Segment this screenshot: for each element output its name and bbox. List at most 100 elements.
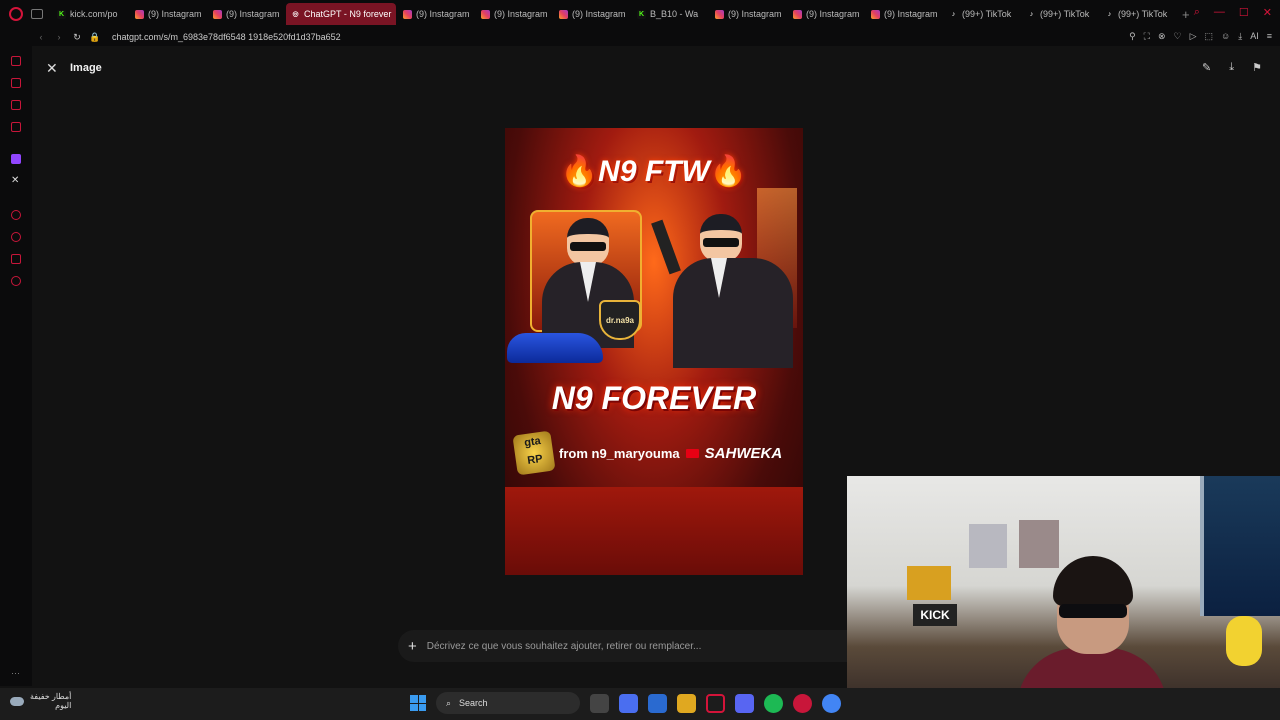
tab-bar: Kkick.com/po (9) Instagram (9) Instagram ◎ C… bbox=[0, 0, 1280, 28]
minimize-icon[interactable]: — bbox=[1214, 6, 1225, 19]
discord-icon[interactable] bbox=[735, 693, 754, 713]
tiktok-icon: ♪ bbox=[951, 10, 956, 18]
heart-icon[interactable]: ♡ bbox=[1174, 31, 1182, 42]
name-badge: dr.na9a bbox=[599, 300, 641, 340]
fire-icon: 🔥 bbox=[560, 155, 599, 188]
menu-icon[interactable]: ≡ bbox=[1267, 31, 1272, 42]
opera-logo-icon[interactable] bbox=[9, 7, 23, 21]
prompt-placeholder: Décrivez ce que vous souhaitez ajouter, … bbox=[426, 640, 702, 652]
instagram-icon bbox=[213, 9, 222, 19]
spotify-icon[interactable] bbox=[764, 693, 783, 713]
tab-overview-icon[interactable] bbox=[31, 9, 43, 19]
copilot-icon[interactable] bbox=[619, 693, 638, 713]
edit-icon[interactable]: ✎ bbox=[1202, 61, 1211, 74]
sidebar-clock-icon[interactable] bbox=[11, 232, 21, 242]
file-explorer-icon[interactable] bbox=[677, 693, 696, 713]
tab-1[interactable]: (9) Instagram bbox=[130, 3, 206, 25]
tab-4[interactable]: (9) Instagram bbox=[398, 3, 474, 25]
tab-5[interactable]: (9) Instagram bbox=[476, 3, 552, 25]
reload-icon[interactable]: ↻ bbox=[68, 32, 86, 43]
viewer-title: Image bbox=[70, 62, 102, 74]
address-actions: ⚲ ⛶ ⊗ ♡ ▷ ⬚ ☺ ⤓ AI ≡ bbox=[1129, 31, 1272, 42]
poster-credit-line: gta RP from n9_maryouma SAHWEKA bbox=[512, 430, 795, 476]
sidebar-news-icon[interactable] bbox=[11, 122, 21, 132]
tab-3[interactable]: ◎ ChatGPT - N9 forever bbox=[286, 3, 396, 25]
taskbar: أمطار خفيفة اليوم ⌕ Search bbox=[0, 688, 1280, 720]
weather-widget[interactable]: أمطار خفيفة اليوم bbox=[10, 692, 71, 710]
add-icon[interactable]: + bbox=[408, 638, 417, 655]
flag-icon[interactable]: ⚑ bbox=[1252, 61, 1262, 74]
instagram-icon bbox=[481, 9, 490, 19]
windows-start-icon[interactable] bbox=[410, 695, 426, 711]
sidebar-more-icon[interactable]: ··· bbox=[11, 668, 20, 678]
play-icon[interactable]: ▷ bbox=[1190, 31, 1197, 42]
tab-label: (9) Instagram bbox=[226, 9, 280, 19]
tiktok-icon: ♪ bbox=[1029, 10, 1034, 18]
address-bar: ‹ › ↻ 🔒 chatgpt.com/s/m_6983e78df6548 19… bbox=[0, 28, 1280, 46]
tab-13[interactable]: ♪ (99+) TikTok bbox=[1100, 3, 1176, 25]
tab-label: ChatGPT - N9 forever bbox=[304, 9, 392, 19]
instagram-icon bbox=[715, 9, 724, 19]
tab-list: Kkick.com/po (9) Instagram (9) Instagram ◎ C… bbox=[52, 3, 1176, 25]
adblock-icon[interactable]: ⊗ bbox=[1158, 31, 1166, 42]
edit-prompt-input[interactable]: + Décrivez ce que vous souhaitez ajouter… bbox=[398, 630, 880, 662]
app-icon[interactable] bbox=[793, 693, 812, 713]
close-viewer-icon[interactable]: ✕ bbox=[46, 60, 58, 77]
download-image-icon[interactable]: ⤓ bbox=[1229, 61, 1234, 74]
taskbar-search[interactable]: ⌕ Search bbox=[436, 692, 580, 714]
download-icon[interactable]: ⤓ bbox=[1238, 31, 1242, 42]
task-view-icon[interactable] bbox=[590, 693, 609, 713]
tab-0[interactable]: Kkick.com/po bbox=[52, 3, 128, 25]
kick-icon: K bbox=[637, 9, 646, 19]
sidebar-settings-icon[interactable] bbox=[11, 276, 21, 286]
sidebar: ✕ ··· bbox=[0, 46, 32, 686]
sidebar-twitch-icon[interactable] bbox=[11, 154, 21, 164]
snapshot-icon[interactable]: ⛶ bbox=[1144, 31, 1150, 42]
poster-title: N9 FOREVER bbox=[551, 380, 757, 416]
taskbar-apps: ⌕ Search bbox=[410, 692, 841, 714]
tab-9[interactable]: (9) Instagram bbox=[788, 3, 864, 25]
sidebar-player-icon[interactable] bbox=[11, 210, 21, 220]
tab-label: B_B10 - Wa bbox=[650, 9, 699, 19]
poster-footer bbox=[505, 487, 803, 575]
sidebar-x-icon[interactable]: ✕ bbox=[11, 176, 21, 186]
pin-icon[interactable]: ⚲ bbox=[1129, 31, 1136, 42]
tab-label: (9) Instagram bbox=[416, 9, 470, 19]
window-controls: ⌕ — ☐ ✕ bbox=[1194, 6, 1272, 19]
tab-7[interactable]: K B_B10 - Wa bbox=[632, 3, 708, 25]
tab-11[interactable]: ♪ (99+) TikTok bbox=[944, 3, 1020, 25]
tab-12[interactable]: ♪ (99+) TikTok bbox=[1022, 3, 1098, 25]
ai-button[interactable]: AI bbox=[1250, 31, 1259, 42]
new-tab-icon[interactable]: + bbox=[1182, 7, 1190, 22]
poster-heading: 🔥N9 FTW🔥 bbox=[560, 155, 748, 188]
back-icon[interactable]: ‹ bbox=[32, 32, 50, 42]
tab-label: (9) Instagram bbox=[728, 9, 782, 19]
gta-rp-logo: gta RP bbox=[512, 430, 556, 476]
opera-taskbar-icon[interactable] bbox=[706, 693, 725, 713]
sidebar-messages-icon[interactable] bbox=[11, 100, 21, 110]
lock-icon: 🔒 bbox=[89, 31, 101, 42]
search-tabs-icon[interactable]: ⌕ bbox=[1194, 6, 1200, 19]
store-icon[interactable] bbox=[648, 693, 667, 713]
character-right bbox=[673, 214, 793, 368]
wall-frame bbox=[969, 524, 1007, 568]
tab-label: (99+) TikTok bbox=[962, 9, 1012, 19]
maximize-icon[interactable]: ☐ bbox=[1239, 6, 1249, 19]
profile-icon[interactable]: ☺ bbox=[1221, 31, 1230, 42]
close-window-icon[interactable]: ✕ bbox=[1263, 6, 1272, 19]
tab-8[interactable]: (9) Instagram bbox=[710, 3, 786, 25]
tab-10[interactable]: (9) Instagram bbox=[866, 3, 942, 25]
chrome-icon[interactable] bbox=[822, 693, 841, 713]
tab-2[interactable]: (9) Instagram bbox=[208, 3, 284, 25]
extensions-icon[interactable]: ⬚ bbox=[1205, 31, 1214, 42]
forward-icon[interactable]: › bbox=[50, 32, 68, 42]
kick-sign: KICK bbox=[913, 604, 957, 626]
sidebar-history-icon[interactable] bbox=[11, 56, 21, 66]
weather-text: أمطار خفيفة bbox=[30, 692, 72, 701]
tab-6[interactable]: (9) Instagram bbox=[554, 3, 630, 25]
rain-cloud-icon bbox=[10, 696, 24, 706]
sidebar-shop-icon[interactable] bbox=[11, 78, 21, 88]
sidebar-pin-icon[interactable] bbox=[11, 254, 21, 264]
fire-icon: 🔥 bbox=[709, 155, 748, 188]
url-field[interactable]: chatgpt.com/s/m_6983e78df6548 1918e520fd… bbox=[112, 32, 341, 42]
